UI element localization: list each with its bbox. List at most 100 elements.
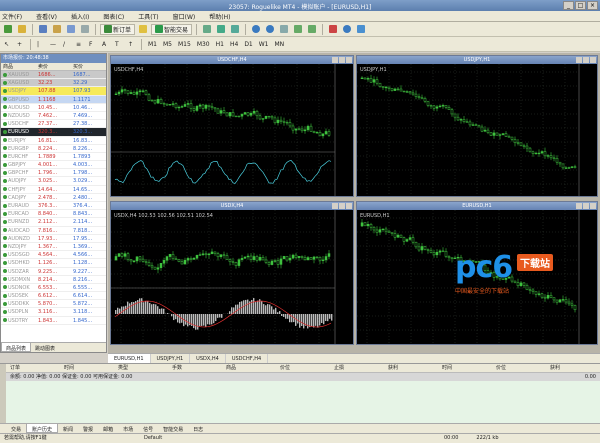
tile-windows-button[interactable] xyxy=(278,24,290,35)
chart-window-usdjpy[interactable]: USDJPY,H1 USDJPY,H1 xyxy=(356,55,598,197)
period-m30[interactable]: M30 xyxy=(195,39,212,50)
column-symbol[interactable]: 商品 xyxy=(1,63,36,70)
col-sl[interactable]: 止损 xyxy=(330,364,384,372)
col-profit[interactable]: 获利 xyxy=(546,364,600,372)
col-tp[interactable]: 获利 xyxy=(384,364,438,372)
market-watch-row[interactable]: USDSGD 4.564... 4.566... xyxy=(1,251,106,260)
chart-tab[interactable]: USDX,H4 xyxy=(190,354,226,363)
tab-trade[interactable]: 交易 xyxy=(6,424,26,433)
new-order-button[interactable]: 新订单 xyxy=(100,23,136,35)
market-watch-row[interactable]: EURUSD 320.3... 320.3... xyxy=(1,128,106,137)
vertical-line-button[interactable]: | xyxy=(35,39,46,50)
market-watch-row[interactable]: EURAUD 376.3... 376.4... xyxy=(1,202,106,211)
chart-window-usdx[interactable]: USDX,H4 USDX,H4 102.53 102.56 102.51 102… xyxy=(110,201,354,345)
period-m5[interactable]: M5 xyxy=(161,39,174,50)
tab-market[interactable]: 市场 xyxy=(118,424,138,433)
minimize-icon[interactable] xyxy=(576,57,582,63)
market-watch-row[interactable]: EURNZD 2.112... 2.114... xyxy=(1,218,106,227)
period-h4[interactable]: H4 xyxy=(228,39,240,50)
maximize-icon[interactable] xyxy=(583,203,589,209)
minimize-icon[interactable] xyxy=(332,57,338,63)
periods-button[interactable] xyxy=(341,24,353,35)
profiles-button[interactable] xyxy=(16,24,28,35)
market-watch-row[interactable]: USDHKD 1.126... 1.128... xyxy=(1,259,106,268)
market-watch-row[interactable]: NZDJPY 1.367... 1.369... xyxy=(1,243,106,252)
close-button[interactable]: × xyxy=(587,1,598,10)
new-chart-button[interactable] xyxy=(2,24,14,35)
zoom-in-button[interactable] xyxy=(250,24,262,35)
chart-canvas[interactable]: USDJPY,H1 xyxy=(357,64,597,196)
chart-shift-button[interactable] xyxy=(306,24,318,35)
period-w1[interactable]: W1 xyxy=(257,39,271,50)
market-watch-row[interactable]: USDSEK 6.612... 6.614... xyxy=(1,292,106,301)
col-lots[interactable]: 手数 xyxy=(168,364,222,372)
close-icon[interactable] xyxy=(590,203,596,209)
bar-chart-button[interactable] xyxy=(201,24,213,35)
minimize-icon[interactable] xyxy=(576,203,582,209)
chart-tab[interactable]: USDJPY,H1 xyxy=(151,354,191,363)
trendline-button[interactable]: / xyxy=(61,39,72,50)
menu-insert[interactable]: 插入(I) xyxy=(71,12,89,21)
zoom-out-button[interactable] xyxy=(264,24,276,35)
market-watch-row[interactable]: AUDCAD 7.816... 7.818... xyxy=(1,227,106,235)
period-m15[interactable]: M15 xyxy=(176,39,193,50)
line-chart-button[interactable] xyxy=(229,24,241,35)
label-button[interactable]: T xyxy=(113,39,124,50)
channel-button[interactable]: ≡ xyxy=(74,39,85,50)
tab-symbols[interactable]: 商品列表 xyxy=(1,343,32,352)
col-type[interactable]: 类型 xyxy=(114,364,168,372)
templates-button[interactable] xyxy=(355,24,367,35)
market-watch-row[interactable]: GBPCHF 1.796... 1.798... xyxy=(1,169,106,178)
market-watch-row[interactable]: EURCAD 8.840... 8.843... xyxy=(1,210,106,219)
market-watch-row[interactable]: CADJPY 2.478... 2.480... xyxy=(1,194,106,202)
menu-help[interactable]: 帮助(H) xyxy=(209,12,230,21)
market-watch-row[interactable]: EURCHF 1.7889 1.7893 xyxy=(1,153,106,162)
tab-experts[interactable]: 智能交易 xyxy=(158,424,188,433)
menu-charts[interactable]: 图表(C) xyxy=(103,12,124,21)
fibonacci-button[interactable]: F xyxy=(87,39,98,50)
close-icon[interactable] xyxy=(346,57,352,63)
tab-account-history[interactable]: 账户历史 xyxy=(26,424,59,433)
expert-advisors-button[interactable]: 智能交易 xyxy=(151,23,193,35)
minimize-icon[interactable] xyxy=(332,203,338,209)
market-watch-row[interactable]: USDZAR 9.225... 9.227... xyxy=(1,268,106,276)
cursor-button[interactable]: ↖ xyxy=(2,39,13,50)
autoscroll-button[interactable] xyxy=(292,24,304,35)
tab-journal[interactable]: 日志 xyxy=(188,424,208,433)
chart-window-usdchf[interactable]: USDCHF,H4 USDCHF,H4 xyxy=(110,55,354,197)
period-mn[interactable]: MN xyxy=(273,39,287,50)
candlestick-button[interactable] xyxy=(215,24,227,35)
market-watch-row[interactable]: USDTRY 1.843... 1.845... xyxy=(1,317,106,325)
tab-news[interactable]: 新闻 xyxy=(58,424,78,433)
market-watch-row[interactable]: AUDNZD 17.93... 17.95... xyxy=(1,235,106,243)
crosshair-button[interactable]: + xyxy=(15,39,26,50)
horizontal-line-button[interactable]: — xyxy=(48,39,59,50)
navigator-button[interactable] xyxy=(51,24,63,35)
market-watch-row[interactable]: USDMXN 8.214... 8.216... xyxy=(1,276,106,284)
market-watch-row[interactable]: USDJPY 107.88 107.93 xyxy=(1,87,106,96)
col-symbol[interactable]: 商品 xyxy=(222,364,276,372)
text-button[interactable]: A xyxy=(100,39,111,50)
market-watch-row[interactable]: AUDUSD 10.45... 10.46... xyxy=(1,104,106,112)
minimize-button[interactable]: _ xyxy=(563,1,574,10)
arrows-button[interactable]: ↑ xyxy=(126,39,137,50)
col-price2[interactable]: 价位 xyxy=(492,364,546,372)
market-watch-row[interactable]: GBPUSD 1.1168 1.1171 xyxy=(1,95,106,104)
market-watch-row[interactable]: XAGUSD 32.23 32.29 xyxy=(1,79,106,88)
market-watch-row[interactable]: GBPJPY 4.001... 4.003... xyxy=(1,161,106,170)
market-watch-row[interactable]: USDPLN 3.116... 3.118... xyxy=(1,308,106,317)
period-d1[interactable]: D1 xyxy=(242,39,254,50)
menu-view[interactable]: 查看(V) xyxy=(36,12,57,21)
column-bid[interactable]: 卖价 xyxy=(36,63,71,70)
tester-button[interactable] xyxy=(79,24,91,35)
col-price[interactable]: 价位 xyxy=(276,364,330,372)
market-watch-row[interactable]: EURGBP 8.224... 8.226... xyxy=(1,145,106,153)
col-time[interactable]: 时间 xyxy=(60,364,114,372)
market-watch-row[interactable]: CHFJPY 14.64... 14.65... xyxy=(1,186,106,194)
tab-tick-chart[interactable]: 跳动图表 xyxy=(31,343,59,352)
terminal-button[interactable] xyxy=(65,24,77,35)
tab-alerts[interactable]: 警报 xyxy=(78,424,98,433)
market-watch-row[interactable]: EURJPY 16.81... 16.83... xyxy=(1,137,106,145)
market-watch-row[interactable]: XAUUSD 1686... 1687... xyxy=(1,71,106,80)
menu-window[interactable]: 窗口(W) xyxy=(173,12,196,21)
